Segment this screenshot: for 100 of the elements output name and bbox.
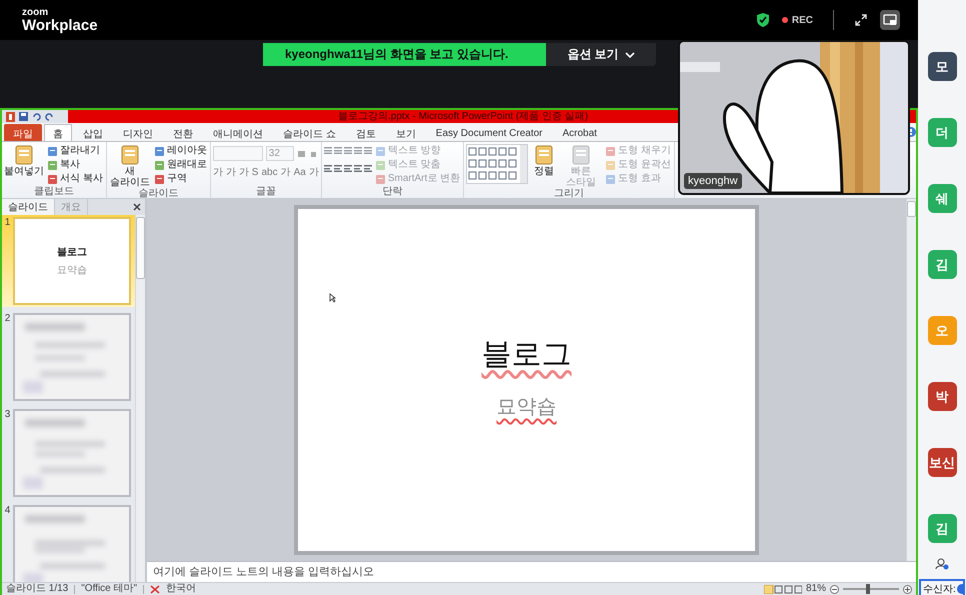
align-icon[interactable] <box>324 165 332 172</box>
participant-avatar[interactable]: 쉐 <box>928 184 956 213</box>
shield-icon <box>756 12 770 28</box>
format-button[interactable]: 가 <box>212 165 223 179</box>
list-icon[interactable] <box>344 147 352 154</box>
ribbon-button[interactable]: 구역 <box>152 172 208 186</box>
ribbon-tab[interactable]: 검토 <box>346 124 385 141</box>
document-icon <box>118 144 141 166</box>
language-label: 한국어 <box>166 583 196 595</box>
group-title: 그리기 <box>552 188 585 200</box>
ribbon-button[interactable]: 레이아웃 <box>152 144 208 158</box>
shapes-drawing <box>466 144 528 184</box>
document-icon <box>13 144 35 166</box>
ribbon-button[interactable]: 복사 <box>46 158 104 172</box>
recipient-label: 수신자: <box>923 582 956 595</box>
ribbon-tab[interactable]: Easy Document Creator <box>426 124 552 141</box>
square-icon <box>154 160 165 170</box>
view-options-button[interactable]: 옵션 보기 <box>546 43 656 66</box>
undo-icon <box>32 112 41 121</box>
ribbon-button[interactable]: 새 슬라이드 <box>108 144 151 188</box>
list-icon[interactable] <box>364 147 372 154</box>
ribbon-tab[interactable]: 보기 <box>386 124 425 141</box>
list-icon[interactable] <box>324 147 332 154</box>
list-icon[interactable] <box>354 147 362 154</box>
participant-avatar[interactable]: 보신 <box>928 448 956 477</box>
ribbon-button[interactable]: 붙여넣기 <box>4 144 44 177</box>
slide-number: 4 <box>4 505 12 518</box>
ribbon-button[interactable]: 원래대로 <box>152 158 208 172</box>
zoom-out-icon <box>830 584 839 594</box>
ribbon-tab[interactable]: Acrobat <box>554 124 606 141</box>
ribbon-button[interactable]: 잘라내기 <box>46 144 104 158</box>
scrollbar[interactable] <box>906 199 916 561</box>
square-icon <box>154 146 165 156</box>
window-title: 블로그강의.pptx - Microsoft PowerPoint (제품 인증 실패) <box>337 110 588 123</box>
expand-icon <box>854 13 868 27</box>
format-button[interactable]: 가 <box>226 165 236 179</box>
group-title: 단락 <box>381 186 404 198</box>
save-icon <box>19 112 28 121</box>
ribbon-tab[interactable]: 슬라이드 쇼 <box>274 124 345 141</box>
format-button[interactable]: S <box>252 166 258 178</box>
participant-avatar[interactable]: 박 <box>928 382 956 411</box>
cursor-icon <box>329 293 336 303</box>
font-field[interactable] <box>212 146 263 161</box>
ribbon-tab[interactable]: 디자인 <box>114 124 162 141</box>
align-icon[interactable] <box>334 165 342 172</box>
thumbnail-subtitle: 묘약숍 <box>57 264 87 277</box>
square-icon <box>374 146 386 156</box>
slide-number: 1 <box>4 217 12 230</box>
screen-icon[interactable] <box>880 10 900 30</box>
ribbon-button[interactable]: 정렬 <box>530 144 558 177</box>
app-logo: zoom Workplace <box>22 8 98 32</box>
zoom-in-icon <box>903 584 912 594</box>
participant-avatar[interactable]: 더 <box>928 118 956 147</box>
redo-icon <box>45 112 54 121</box>
square-icon <box>47 146 58 156</box>
align-icon[interactable] <box>354 165 362 172</box>
square-icon <box>374 160 386 170</box>
list-icon[interactable] <box>334 147 342 154</box>
banner-text: kyeonghwa11님의 화면을 보고 있습니다. <box>285 46 508 63</box>
view-icons <box>764 584 802 594</box>
slide-counter: 슬라이드 1/13 <box>6 583 68 595</box>
document-icon <box>533 144 556 166</box>
recipient-field[interactable]: 수신자: <box>919 579 965 595</box>
participant-name: kyeonghw <box>684 173 742 189</box>
format-button[interactable]: 가 <box>308 165 319 179</box>
slider-thumb[interactable] <box>866 584 870 594</box>
spellcheck-icon <box>150 584 160 594</box>
align-icon[interactable] <box>364 165 372 172</box>
format-button[interactable]: 가 <box>280 165 291 179</box>
panel-tab[interactable]: 슬라이드 <box>2 199 55 215</box>
file-tab[interactable]: 파일 <box>4 124 42 141</box>
format-button[interactable]: 가 <box>238 165 249 179</box>
ribbon-tab[interactable]: 삽입 <box>74 124 112 141</box>
participant-avatar[interactable]: 김 <box>928 250 956 279</box>
zoom-level: 81% <box>806 583 826 595</box>
participant-avatar[interactable]: 모 <box>928 52 956 81</box>
participant-avatar[interactable]: 김 <box>928 514 956 543</box>
slide-number: 3 <box>4 409 12 422</box>
font-size-icon <box>296 148 306 159</box>
group-title: 글꼴 <box>254 186 277 198</box>
square-icon <box>374 174 386 184</box>
format-button[interactable]: abc <box>261 166 278 178</box>
square-icon <box>154 174 165 184</box>
group-title: 클립보드 <box>32 186 75 198</box>
slide-thumbnail[interactable]: 블로그 묘약숍 <box>13 217 131 305</box>
square-icon <box>605 146 616 156</box>
square-icon <box>47 160 58 170</box>
recording-indicator: REC <box>782 14 813 26</box>
square-icon <box>605 160 616 170</box>
slide-title: 블로그 <box>482 337 572 373</box>
scrollbar[interactable] <box>135 215 145 582</box>
ribbon-button[interactable]: 서식 복사 <box>46 172 104 186</box>
slide-number: 2 <box>4 313 12 326</box>
ribbon-tab[interactable]: 전환 <box>164 124 202 141</box>
align-icon[interactable] <box>344 165 352 172</box>
ribbon-tab[interactable]: 홈 <box>44 124 72 141</box>
person-icon <box>935 558 949 570</box>
ribbon-tab[interactable]: 애니메이션 <box>204 124 272 141</box>
close-icon <box>133 203 141 211</box>
format-button[interactable]: Aa <box>294 166 306 178</box>
